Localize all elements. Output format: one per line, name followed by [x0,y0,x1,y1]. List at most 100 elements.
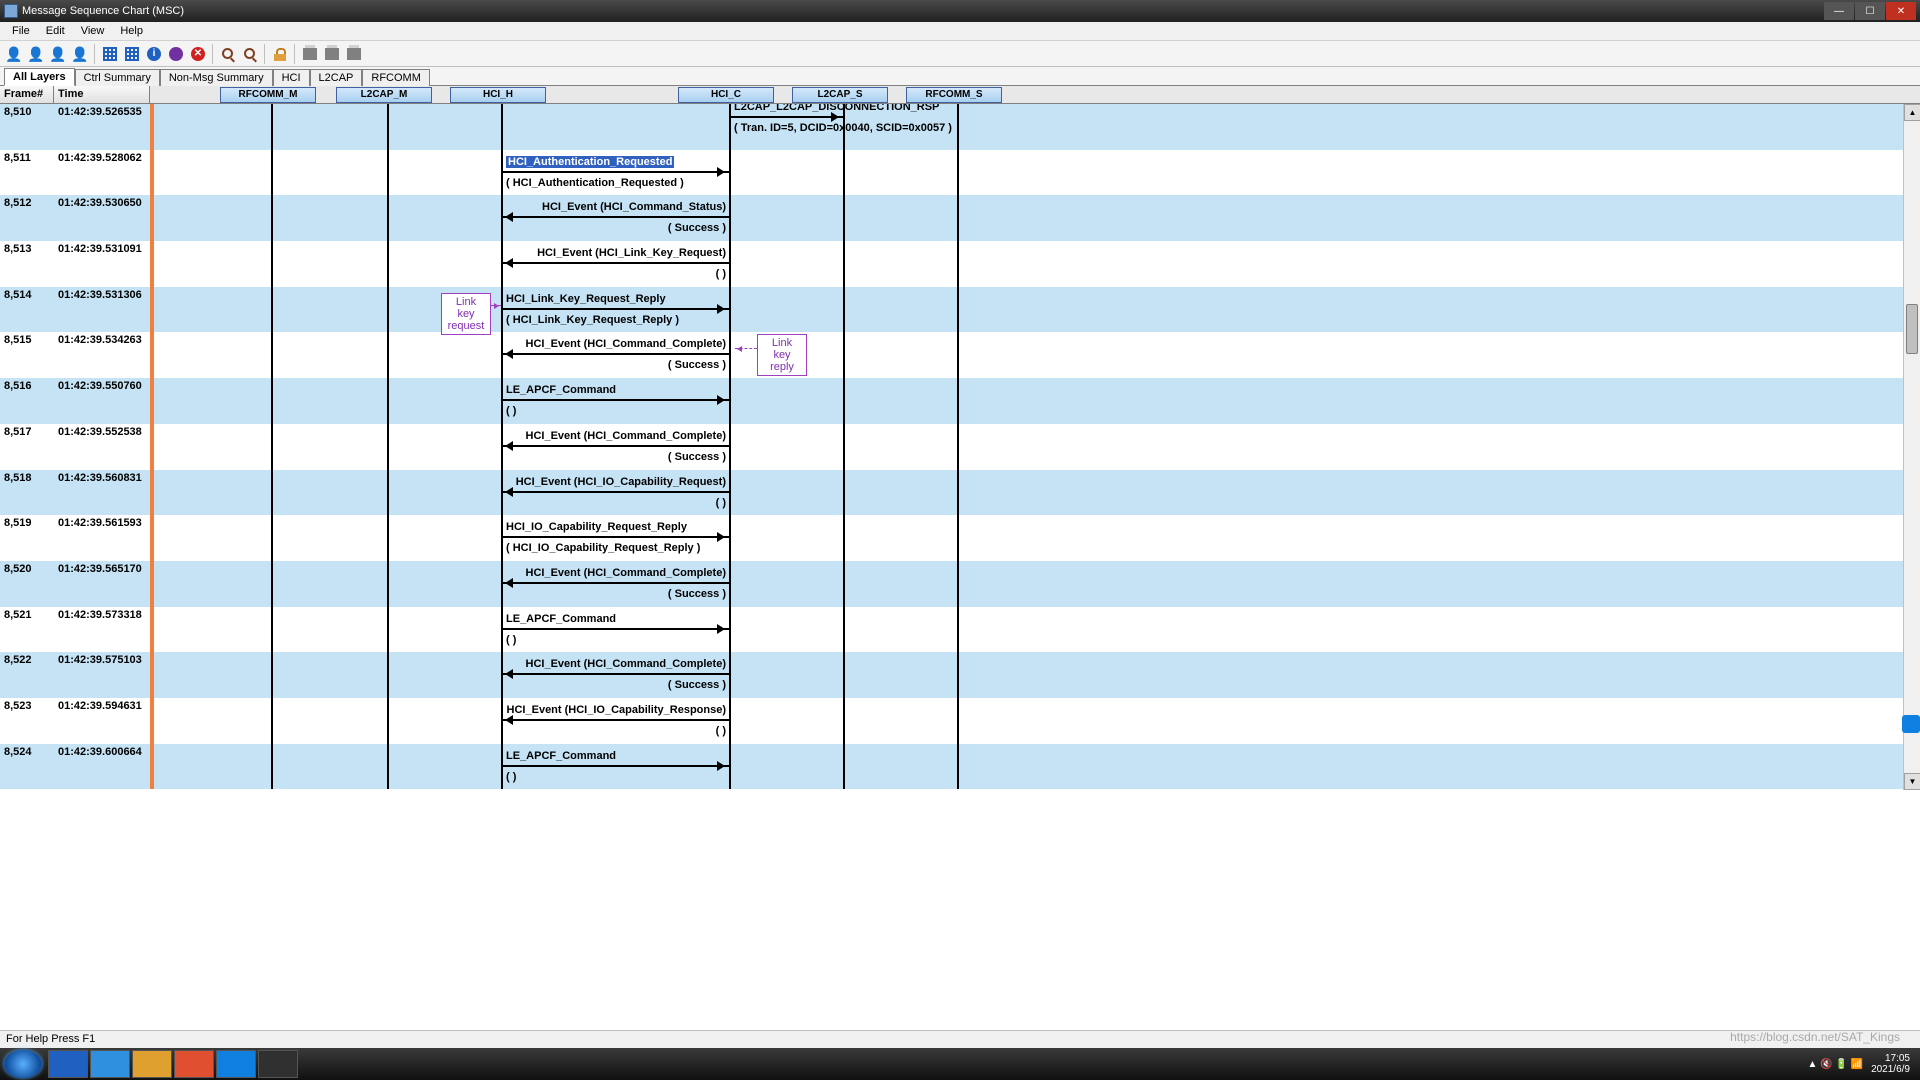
msc-row[interactable]: 8,51701:42:39.552538HCI_Event (HCI_Comma… [0,424,1920,470]
tab-rfcomm[interactable]: RFCOMM [362,69,430,86]
message-arrow[interactable] [501,262,729,264]
cell-frame: 8,517 [0,424,54,470]
taskbar-app-5[interactable] [216,1050,256,1078]
menu-view[interactable]: View [73,23,113,39]
tb-goto[interactable] [100,44,120,64]
msc-row[interactable]: 8,51001:42:39.526535L2CAP_L2CAP_DISCONNE… [0,104,1920,150]
lane-l2cap-m[interactable]: L2CAP_M [336,87,432,103]
tb-table[interactable] [122,44,142,64]
msc-row[interactable]: 8,51501:42:39.534263HCI_Event (HCI_Comma… [0,332,1920,378]
tab-non-msg-summary[interactable]: Non-Msg Summary [160,69,273,86]
tb-lock[interactable] [270,44,290,64]
message-arrow[interactable] [501,628,729,630]
tb-person-red3[interactable]: 👤 [48,44,68,64]
taskbar-app-3[interactable] [132,1050,172,1078]
message-label: HCI_Link_Key_Request_Reply [506,293,666,305]
msc-row[interactable]: 8,51101:42:39.528062HCI_Authentication_R… [0,150,1920,196]
message-arrow[interactable] [501,399,729,401]
tab-all-layers[interactable]: All Layers [4,68,75,86]
lifeline [957,287,959,333]
teamviewer-badge-icon[interactable] [1902,715,1920,733]
tb-person-red2[interactable]: 👤 [26,44,46,64]
message-arrow[interactable] [501,536,729,538]
msc-row[interactable]: 8,52301:42:39.594631HCI_Event (HCI_IO_Ca… [0,698,1920,744]
row-chart: HCI_Authentication_Requested( HCI_Authen… [154,150,1920,196]
message-arrow[interactable] [501,582,729,584]
cell-time: 01:42:39.531306 [54,287,150,333]
scroll-thumb[interactable] [1906,304,1918,354]
msc-row[interactable]: 8,52401:42:39.600664LE_APCF_Command( ) [0,744,1920,790]
vertical-scrollbar[interactable]: ▲ ▼ [1903,104,1920,790]
tb-cancel[interactable]: ✕ [188,44,208,64]
tray-time: 17:05 [1871,1053,1910,1064]
message-arrow[interactable] [501,491,729,493]
msc-row[interactable]: 8,51601:42:39.550760LE_APCF_Command( ) [0,378,1920,424]
col-frame[interactable]: Frame# [0,86,54,103]
lifeline [271,698,273,744]
maximize-button[interactable]: ☐ [1855,2,1885,20]
message-arrow[interactable] [501,719,729,721]
menu-file[interactable]: File [4,23,38,39]
msc-row[interactable]: 8,52101:42:39.573318LE_APCF_Command( ) [0,607,1920,653]
tb-info[interactable]: i [144,44,164,64]
tb-print2[interactable] [322,44,342,64]
tab-hci[interactable]: HCI [273,69,310,86]
lane-hci-c[interactable]: HCI_C [678,87,774,103]
start-button[interactable] [4,1050,42,1078]
msc-row[interactable]: 8,52001:42:39.565170HCI_Event (HCI_Comma… [0,561,1920,607]
message-arrow[interactable] [501,445,729,447]
msc-row[interactable]: 8,51901:42:39.561593HCI_IO_Capability_Re… [0,515,1920,561]
tb-find[interactable] [218,44,238,64]
tb-person-add-red[interactable]: 👤 [4,44,24,64]
annotation-box: Link keyreply [757,334,807,376]
msc-row[interactable]: 8,52201:42:39.575103HCI_Event (HCI_Comma… [0,652,1920,698]
tb-stop[interactable] [166,44,186,64]
message-label: HCI_Event (HCI_Command_Complete) [526,658,726,670]
toolbar-sep-3 [264,44,266,64]
cell-frame: 8,515 [0,332,54,378]
message-label: LE_APCF_Command [506,750,616,762]
lifeline [271,607,273,653]
message-arrow[interactable] [501,765,729,767]
message-arrow[interactable] [501,673,729,675]
taskbar-app-2[interactable] [90,1050,130,1078]
tb-print1[interactable] [300,44,320,64]
lane-l2cap-s[interactable]: L2CAP_S [792,87,888,103]
message-sublabel: ( HCI_Link_Key_Request_Reply ) [506,314,679,326]
taskbar-app-1[interactable] [48,1050,88,1078]
tb-find2[interactable] [240,44,260,64]
row-chart: HCI_Link_Key_Request_Reply ( HCI_Link_Key… [154,287,1920,333]
taskbar-app-6[interactable] [258,1050,298,1078]
message-arrow[interactable] [501,216,729,218]
msc-row[interactable]: 8,51201:42:39.530650HCI_Event (HCI_Comma… [0,195,1920,241]
minimize-button[interactable]: — [1824,2,1854,20]
menu-help[interactable]: Help [112,23,151,39]
msc-row[interactable]: 8,51801:42:39.560831HCI_Event (HCI_IO_Ca… [0,470,1920,516]
message-arrow[interactable] [501,171,729,173]
lifeline [387,378,389,424]
menu-edit[interactable]: Edit [38,23,73,39]
tb-print-x[interactable] [344,44,364,64]
tab-l2cap[interactable]: L2CAP [310,69,363,86]
message-arrow[interactable] [501,353,729,355]
cell-time: 01:42:39.528062 [54,150,150,196]
lane-rfcomm-s[interactable]: RFCOMM_S [906,87,1002,103]
tb-person-blue[interactable]: 👤 [70,44,90,64]
grid-header: Frame# Time RFCOMM_M L2CAP_M HCI_H HCI_C… [0,86,1920,104]
close-button[interactable]: ✕ [1886,2,1916,20]
lane-hci-h[interactable]: HCI_H [450,87,546,103]
scroll-up-icon[interactable]: ▲ [1904,104,1920,121]
col-time[interactable]: Time [54,86,150,103]
msc-row[interactable]: 8,51401:42:39.531306HCI_Link_Key_Request… [0,287,1920,333]
tray-icons[interactable]: ▲ 🔇 🔋 📶 [1807,1059,1863,1070]
message-label: HCI_Authentication_Requested [506,156,674,168]
lane-rfcomm-m[interactable]: RFCOMM_M [220,87,316,103]
message-arrow[interactable] [501,308,729,310]
tab-ctrl-summary[interactable]: Ctrl Summary [75,69,160,86]
cell-frame: 8,512 [0,195,54,241]
msc-row[interactable]: 8,51301:42:39.531091HCI_Event (HCI_Link_… [0,241,1920,287]
message-arrow[interactable] [729,116,843,118]
taskbar-app-4[interactable] [174,1050,214,1078]
scroll-down-icon[interactable]: ▼ [1904,773,1920,790]
system-tray[interactable]: ▲ 🔇 🔋 📶 17:05 2021/6/9 [1807,1053,1916,1075]
